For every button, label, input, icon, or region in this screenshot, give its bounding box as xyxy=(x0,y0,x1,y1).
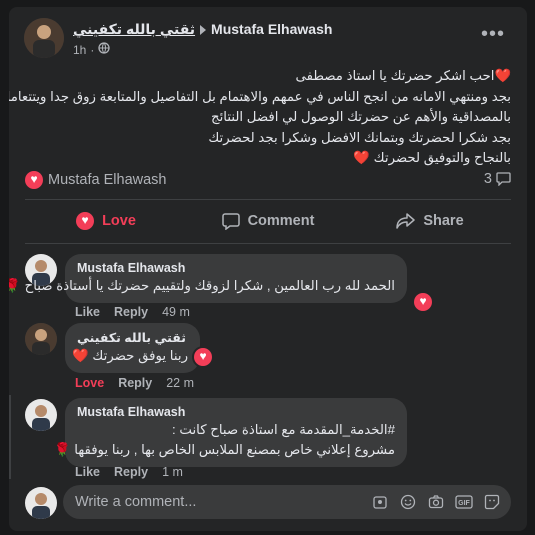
avatar-sticker-icon[interactable] xyxy=(371,493,389,511)
comment-time[interactable]: 49 m xyxy=(162,305,190,319)
comment-bubble: Mustafa Elhawash #الخدمة_المقدمة مع استا… xyxy=(54,398,407,467)
like-comment-button[interactable]: Like xyxy=(75,305,100,319)
reply-comment-button[interactable]: Reply xyxy=(114,305,148,319)
author-name-link[interactable]: Mustafa Elhawash xyxy=(211,21,332,37)
reply-comment-button[interactable]: Reply xyxy=(118,376,152,390)
comment-placeholder: Write a comment... xyxy=(75,494,197,510)
page-name-link[interactable]: ثقتي بالله تكفيني xyxy=(73,21,195,37)
current-user-avatar[interactable] xyxy=(25,487,57,519)
love-button[interactable]: Love xyxy=(25,207,187,235)
comment-reaction[interactable] xyxy=(412,291,434,313)
composer-tools: GIF xyxy=(371,493,501,511)
comment-count[interactable]: 3 xyxy=(484,171,511,187)
thread-line xyxy=(9,395,11,479)
comment-time[interactable]: 22 m xyxy=(166,376,194,390)
post-line: بجد شكرا لحضرتك وبتمانك الافضل وشكرا بجد… xyxy=(208,129,511,145)
comment-bubble-icon xyxy=(496,172,511,186)
reply-comment-button[interactable]: Reply xyxy=(114,465,148,479)
comment-reaction[interactable] xyxy=(192,346,214,368)
post-card: ثقتي بالله تكفيني Mustafa Elhawash 1h · •… xyxy=(9,7,527,531)
comment-actions: Like Reply 49 m xyxy=(75,305,190,319)
more-options-icon[interactable]: ••• xyxy=(481,24,505,44)
comment-bubble: Mustafa Elhawash الحمد لله رب العالمين ,… xyxy=(9,254,407,303)
comment-input[interactable]: Write a comment... GIF xyxy=(63,485,511,519)
comment-text: ربنا يوفق حضرتك ❤️ xyxy=(72,348,188,363)
reactor-name[interactable]: Mustafa Elhawash xyxy=(48,172,166,188)
comment-text: الحمد لله رب العالمين , شكرا لزوقك ولتقي… xyxy=(9,278,395,293)
arrow-right-icon xyxy=(200,25,207,36)
comment-icon xyxy=(221,212,240,230)
post-actions: Love Comment Share xyxy=(25,207,511,235)
dot-separator: · xyxy=(90,42,95,57)
divider xyxy=(25,199,511,200)
love-reaction-icon xyxy=(414,293,432,311)
post-line: بجد ومنتهي الامانه من انجح الناس في عمهم… xyxy=(9,88,511,104)
globe-icon xyxy=(98,42,111,57)
comment-avatar[interactable] xyxy=(25,323,57,355)
comment-actions: Like Reply 1 m xyxy=(75,465,183,479)
love-label: Love xyxy=(102,213,136,229)
post-time[interactable]: 1h xyxy=(73,43,86,57)
comment-label: Comment xyxy=(247,213,315,229)
camera-icon[interactable] xyxy=(427,493,445,511)
comment-text: #الخدمة_المقدمة مع استاذة صباح كانت : xyxy=(172,422,395,437)
comment-count-value: 3 xyxy=(483,171,492,187)
emoji-icon[interactable] xyxy=(399,493,417,511)
comment-button[interactable]: Comment xyxy=(187,207,349,235)
comment-author[interactable]: Mustafa Elhawash xyxy=(77,405,395,419)
page-avatar[interactable] xyxy=(24,18,64,58)
like-comment-button[interactable]: Like xyxy=(75,465,100,479)
sticker-icon[interactable] xyxy=(483,493,501,511)
post-line: بالمصداقية والأهم عن حضرتك الوصول لي افض… xyxy=(211,109,511,124)
post-text: ❤️احب اشكر حضرتك يا استاذ مصطفى بجد ومنت… xyxy=(9,66,511,169)
post-author-line: ثقتي بالله تكفيني Mustafa Elhawash xyxy=(73,21,332,38)
comment-avatar[interactable] xyxy=(25,399,57,431)
love-icon xyxy=(76,212,95,230)
divider xyxy=(25,243,511,244)
post-meta: 1h · xyxy=(73,42,111,57)
svg-text:GIF: GIF xyxy=(458,500,470,507)
share-label: Share xyxy=(423,213,464,229)
comment-author[interactable]: Mustafa Elhawash xyxy=(77,261,395,275)
reaction-summary: Mustafa Elhawash 3 xyxy=(25,171,511,191)
share-button[interactable]: Share xyxy=(349,207,511,235)
comment-time[interactable]: 1 m xyxy=(162,465,183,479)
comment-author[interactable]: ثقتي بالله تكفيني xyxy=(77,330,188,345)
post-line: ❤️احب اشكر حضرتك يا استاذ مصطفى xyxy=(295,68,511,83)
love-comment-button[interactable]: Love xyxy=(75,376,104,390)
comment-text: مشروع إعلاني خاص بمصنع الملابس الخاص بها… xyxy=(54,442,395,457)
comment-actions: Love Reply 22 m xyxy=(75,376,194,390)
comment-bubble: ثقتي بالله تكفيني ربنا يوفق حضرتك ❤️ xyxy=(65,323,200,373)
share-icon xyxy=(396,213,416,229)
gif-icon[interactable]: GIF xyxy=(455,493,473,511)
love-reaction-icon xyxy=(194,348,212,366)
post-line: بالنجاح والتوفيق لحضرتك ❤️ xyxy=(353,150,511,165)
love-reaction-icon xyxy=(25,171,43,189)
